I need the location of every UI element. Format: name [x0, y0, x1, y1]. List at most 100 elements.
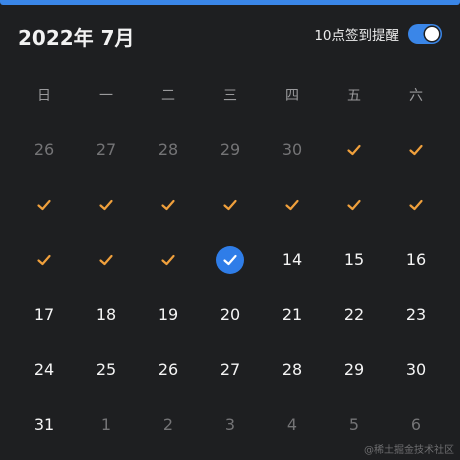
day-number: 27: [219, 360, 241, 379]
checkmark-icon: [347, 144, 361, 155]
day-cell[interactable]: 20: [199, 287, 261, 342]
day-cell[interactable]: 2: [137, 397, 199, 452]
day-cell[interactable]: 18: [75, 287, 137, 342]
checkmark-icon: [223, 199, 237, 210]
day-cell[interactable]: 29: [323, 342, 385, 397]
reminder-setting: 10点签到提醒: [314, 24, 442, 44]
day-cell[interactable]: 26: [137, 342, 199, 397]
day-cell[interactable]: 31: [13, 397, 75, 452]
top-accent-bar: [0, 0, 460, 5]
weekday-label: 三: [223, 88, 237, 104]
day-number: 29: [343, 360, 365, 379]
day-number: 30: [281, 140, 303, 159]
day-cell-checked[interactable]: [323, 122, 385, 177]
day-number: 1: [100, 415, 112, 434]
day-cell[interactable]: 25: [75, 342, 137, 397]
calendar-app: 2022年 7月 10点签到提醒 日一二三四五六 26 27 28 29 30 14 15 1…: [0, 0, 460, 460]
day-cell[interactable]: 17: [13, 287, 75, 342]
day-cell[interactable]: 14: [261, 232, 323, 287]
reminder-toggle[interactable]: [408, 24, 442, 44]
checkmark-icon: [285, 199, 299, 210]
weekday-label: 五: [347, 88, 361, 104]
day-number: 25: [95, 360, 117, 379]
day-number: 15: [343, 250, 365, 269]
day-number: 19: [157, 305, 179, 324]
day-cell[interactable]: 1: [75, 397, 137, 452]
day-number: 28: [157, 140, 179, 159]
day-cell-checked[interactable]: [13, 177, 75, 232]
checkmark-icon: [37, 199, 51, 210]
checkmark-icon: [409, 199, 423, 210]
day-number: 17: [33, 305, 55, 324]
weekday-label: 日: [37, 88, 51, 104]
weekday-label: 四: [285, 88, 299, 104]
checkmark-icon: [99, 254, 113, 265]
weekday-label: 六: [409, 88, 423, 104]
day-number: 30: [405, 360, 427, 379]
checkmark-icon: [223, 254, 237, 265]
day-cell-checked[interactable]: [199, 177, 261, 232]
day-number: 3: [224, 415, 236, 434]
day-number: 31: [33, 415, 55, 434]
weekday-header-row: 日一二三四五六: [13, 84, 447, 108]
checkmark-icon: [161, 199, 175, 210]
day-cell-checked[interactable]: [75, 177, 137, 232]
day-number: 20: [219, 305, 241, 324]
day-cell-checked[interactable]: [13, 232, 75, 287]
month-title[interactable]: 2022年 7月: [18, 22, 135, 51]
day-cell-checked[interactable]: [385, 122, 447, 177]
checkmark-icon: [347, 199, 361, 210]
day-number: 18: [95, 305, 117, 324]
checkmark-icon: [409, 144, 423, 155]
day-cell[interactable]: 28: [261, 342, 323, 397]
day-cell[interactable]: 23: [385, 287, 447, 342]
checkmark-circle-icon: [216, 245, 244, 274]
checkmark-icon: [161, 254, 175, 265]
day-number: 16: [405, 250, 427, 269]
day-cell[interactable]: 19: [137, 287, 199, 342]
day-number: 14: [281, 250, 303, 269]
day-cell-checked[interactable]: [75, 232, 137, 287]
reminder-label: 10点签到提醒: [314, 28, 399, 44]
day-number: 2: [162, 415, 174, 434]
day-cell-checked[interactable]: [323, 177, 385, 232]
day-cell[interactable]: 15: [323, 232, 385, 287]
day-cell-checked[interactable]: [137, 177, 199, 232]
day-number: 29: [219, 140, 241, 159]
day-cell-checked[interactable]: [261, 177, 323, 232]
day-number: 26: [33, 140, 55, 159]
weekday-label: 二: [161, 88, 175, 104]
day-cell[interactable]: 30: [385, 342, 447, 397]
day-number: 6: [410, 415, 422, 434]
day-cell[interactable]: 24: [13, 342, 75, 397]
day-cell-selected[interactable]: [199, 232, 261, 287]
day-number: 4: [286, 415, 298, 434]
watermark: @稀土掘金技术社区: [364, 445, 454, 456]
day-cell[interactable]: 27: [199, 342, 261, 397]
day-cell[interactable]: 30: [261, 122, 323, 177]
day-cell[interactable]: 26: [13, 122, 75, 177]
day-number: 5: [348, 415, 360, 434]
day-number: 23: [405, 305, 427, 324]
day-cell[interactable]: 27: [75, 122, 137, 177]
calendar-header: 2022年 7月 10点签到提醒: [0, 16, 460, 56]
days-grid: 26 27 28 29 30 14 15 16 17 18 19 20 21 22 23 24 25 26 27 28…: [13, 122, 447, 452]
day-number: 27: [95, 140, 117, 159]
day-cell[interactable]: 21: [261, 287, 323, 342]
toggle-knob: [425, 27, 439, 41]
day-cell[interactable]: 22: [323, 287, 385, 342]
day-cell[interactable]: 29: [199, 122, 261, 177]
day-cell-checked[interactable]: [137, 232, 199, 287]
day-cell[interactable]: 3: [199, 397, 261, 452]
day-number: 21: [281, 305, 303, 324]
day-cell[interactable]: 16: [385, 232, 447, 287]
day-number: 28: [281, 360, 303, 379]
day-cell[interactable]: 28: [137, 122, 199, 177]
checkmark-icon: [37, 254, 51, 265]
day-number: 26: [157, 360, 179, 379]
day-number: 24: [33, 360, 55, 379]
day-number: 22: [343, 305, 365, 324]
day-cell-checked[interactable]: [385, 177, 447, 232]
weekday-label: 一: [99, 88, 113, 104]
day-cell[interactable]: 4: [261, 397, 323, 452]
